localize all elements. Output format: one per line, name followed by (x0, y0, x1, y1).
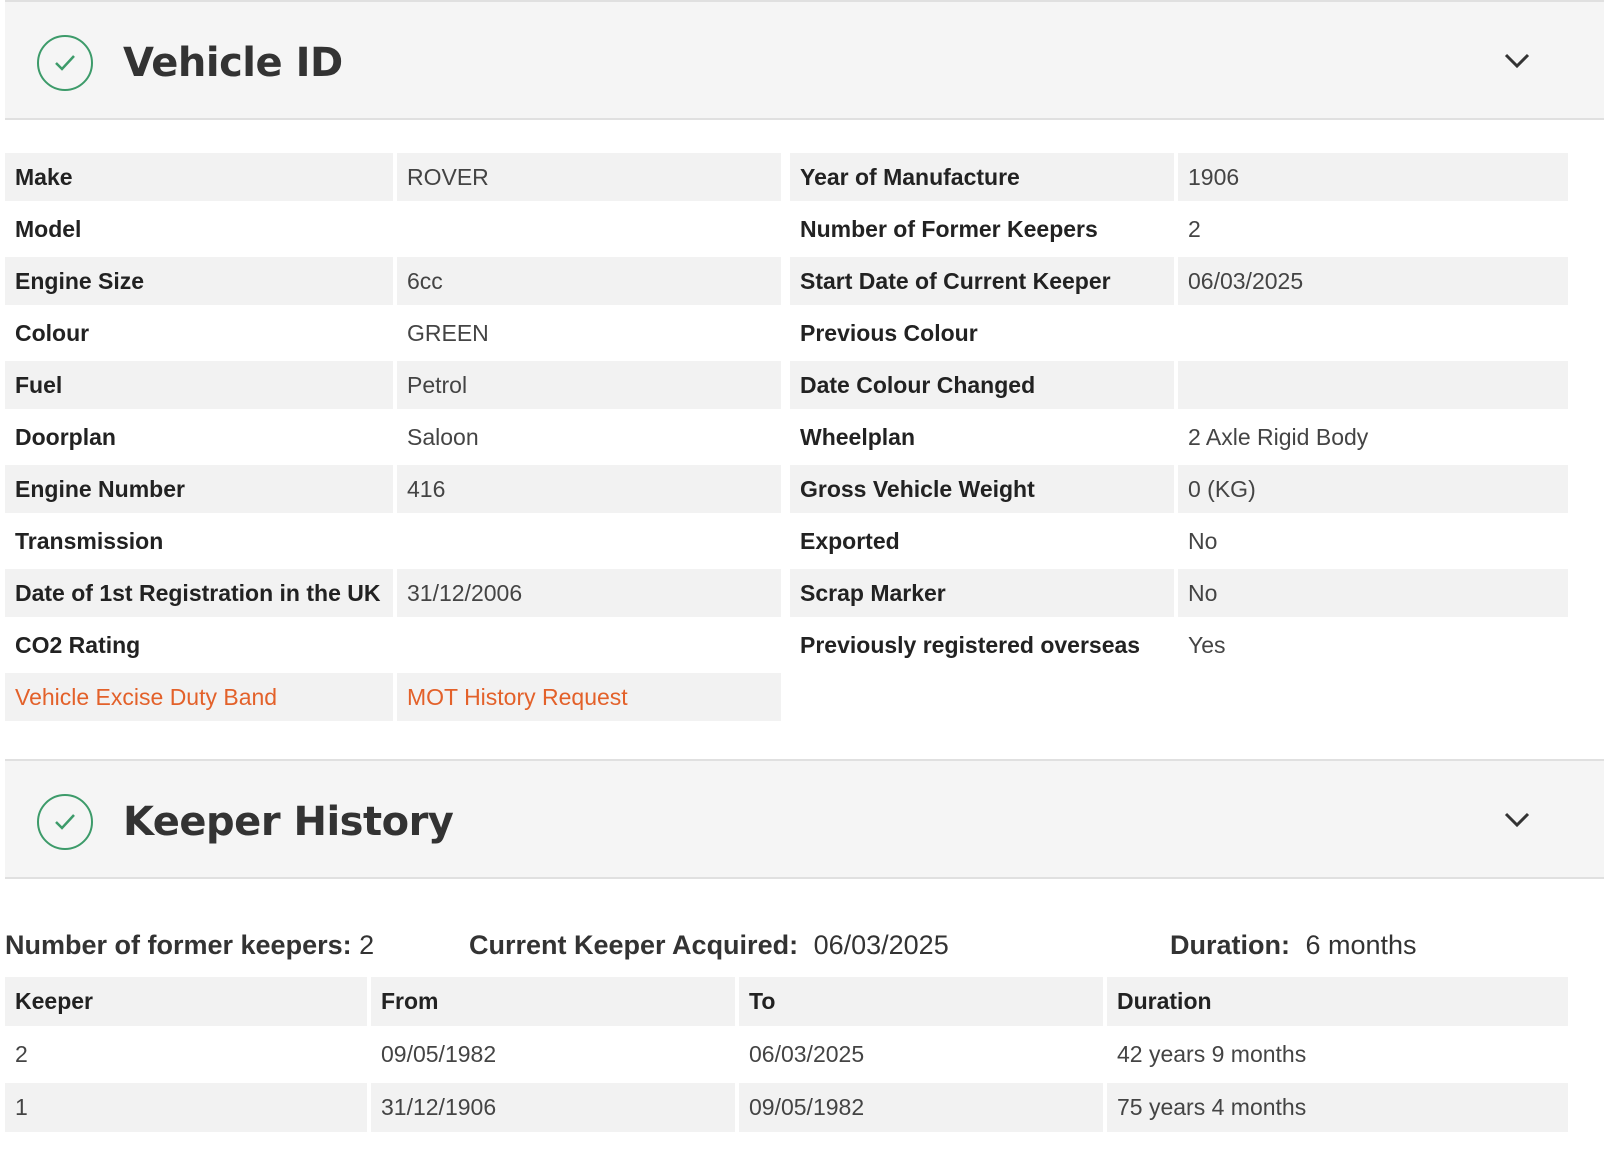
detail-label: Gross Vehicle Weight (790, 465, 1174, 513)
detail-label: CO2 Rating (15, 631, 141, 658)
detail-row: Doorplan Saloon (5, 413, 781, 461)
detail-value: No (1188, 527, 1218, 554)
vehicle-id-header[interactable]: Vehicle ID (5, 0, 1604, 120)
summary-label: Duration: (1170, 930, 1290, 960)
table-header-row: Keeper From To Duration (5, 977, 1568, 1026)
detail-label: Start Date of Current Keeper (790, 257, 1174, 305)
detail-label: Date of 1st Registration in the UK (5, 569, 393, 617)
table-cell: 75 years 4 months (1107, 1083, 1568, 1132)
keeper-history-header[interactable]: Keeper History (5, 759, 1604, 879)
detail-value: 2 Axle Rigid Body (1188, 423, 1369, 450)
section-title: Vehicle ID (123, 40, 343, 86)
table-cell: 1 (5, 1083, 367, 1132)
chevron-down-icon[interactable] (1504, 52, 1530, 70)
detail-label: Make (5, 153, 393, 201)
detail-row: Engine Size 6cc (5, 257, 781, 305)
detail-row: Date of 1st Registration in the UK 31/12… (5, 569, 781, 617)
detail-label: Exported (800, 527, 900, 554)
table-cell: 09/05/1982 (381, 1041, 497, 1067)
table-row: 1 31/12/1906 09/05/1982 75 years 4 month… (5, 1083, 1568, 1132)
detail-row: Previous Colour (790, 309, 1568, 357)
detail-value: GREEN (407, 319, 489, 346)
keeper-history-table: Keeper From To Duration 2 09/05/1982 06/… (5, 977, 1568, 1132)
summary-label: Current Keeper Acquired: (469, 930, 799, 960)
detail-row: Scrap Marker No (790, 569, 1568, 617)
table-cell: 31/12/1906 (371, 1083, 735, 1132)
detail-value: 0 (KG) (1178, 465, 1568, 513)
summary-value: 6 months (1305, 930, 1417, 960)
column-header-keeper: Keeper (5, 977, 367, 1026)
detail-row: Transmission (5, 517, 781, 565)
detail-label: Fuel (5, 361, 393, 409)
detail-label: Number of Former Keepers (800, 215, 1098, 242)
former-keepers-summary: Number of former keepers: 2 (5, 930, 374, 961)
table-cell: 42 years 9 months (1117, 1041, 1307, 1067)
chevron-down-icon[interactable] (1504, 811, 1530, 829)
detail-label: Previously registered overseas (800, 631, 1141, 658)
excise-duty-band-link[interactable]: Vehicle Excise Duty Band (5, 673, 393, 721)
detail-row: Number of Former Keepers 2 (790, 205, 1568, 253)
detail-row: Wheelplan 2 Axle Rigid Body (790, 413, 1568, 461)
detail-label: Engine Size (5, 257, 393, 305)
detail-label: Colour (15, 319, 90, 346)
check-circle-icon (37, 35, 93, 91)
detail-value: Saloon (407, 423, 479, 450)
detail-value (397, 517, 781, 565)
detail-row: Exported No (790, 517, 1568, 565)
table-cell: 06/03/2025 (749, 1041, 865, 1067)
duration-summary: Duration: 6 months (1170, 930, 1417, 961)
detail-value (397, 621, 781, 669)
detail-label: Wheelplan (800, 423, 916, 450)
detail-row: Engine Number 416 (5, 465, 781, 513)
detail-row: Year of Manufacture 1906 (790, 153, 1568, 201)
detail-row: Previously registered overseas Yes (790, 621, 1568, 669)
column-header-from: From (371, 977, 735, 1026)
detail-value: 06/03/2025 (1178, 257, 1568, 305)
detail-row: Fuel Petrol (5, 361, 781, 409)
detail-value: Yes (1188, 631, 1226, 658)
detail-label: Transmission (15, 527, 164, 554)
check-circle-icon (37, 794, 93, 850)
detail-label: Model (15, 215, 82, 242)
detail-row: CO2 Rating (5, 621, 781, 669)
detail-label: Engine Number (5, 465, 393, 513)
detail-value: ROVER (397, 153, 781, 201)
summary-value: 2 (359, 930, 375, 960)
vehicle-details-left: Make ROVER Model Engine Size 6cc Colour … (5, 153, 781, 721)
summary-value: 06/03/2025 (813, 930, 949, 960)
detail-row: Date Colour Changed (790, 361, 1568, 409)
detail-label: Year of Manufacture (790, 153, 1174, 201)
detail-value: 31/12/2006 (397, 569, 781, 617)
table-row: 2 09/05/1982 06/03/2025 42 years 9 month… (5, 1030, 1568, 1079)
detail-row: Start Date of Current Keeper 06/03/2025 (790, 257, 1568, 305)
detail-row: Make ROVER (5, 153, 781, 201)
table-cell: 09/05/1982 (739, 1083, 1103, 1132)
column-header-to: To (739, 977, 1103, 1026)
detail-value: 1906 (1178, 153, 1568, 201)
section-title: Keeper History (123, 799, 454, 845)
detail-value: 6cc (397, 257, 781, 305)
detail-label: Doorplan (15, 423, 116, 450)
detail-value: 2 (1188, 215, 1201, 242)
detail-value: 416 (397, 465, 781, 513)
summary-label: Number of former keepers: (5, 930, 352, 960)
detail-value (1178, 309, 1568, 357)
detail-row: Model (5, 205, 781, 253)
mot-history-request-link[interactable]: MOT History Request (397, 673, 781, 721)
detail-label: Previous Colour (800, 319, 978, 346)
detail-label: Scrap Marker (790, 569, 1174, 617)
detail-row: Vehicle Excise Duty Band MOT History Req… (5, 673, 781, 721)
detail-value: Petrol (397, 361, 781, 409)
detail-value (1178, 361, 1568, 409)
column-header-duration: Duration (1107, 977, 1568, 1026)
current-keeper-summary: Current Keeper Acquired: 06/03/2025 (469, 930, 949, 961)
detail-value: No (1178, 569, 1568, 617)
detail-row: Colour GREEN (5, 309, 781, 357)
detail-label: Date Colour Changed (790, 361, 1174, 409)
detail-value (397, 205, 781, 253)
detail-row: Gross Vehicle Weight 0 (KG) (790, 465, 1568, 513)
table-cell: 2 (15, 1041, 28, 1067)
vehicle-details-right: Year of Manufacture 1906 Number of Forme… (790, 153, 1568, 669)
